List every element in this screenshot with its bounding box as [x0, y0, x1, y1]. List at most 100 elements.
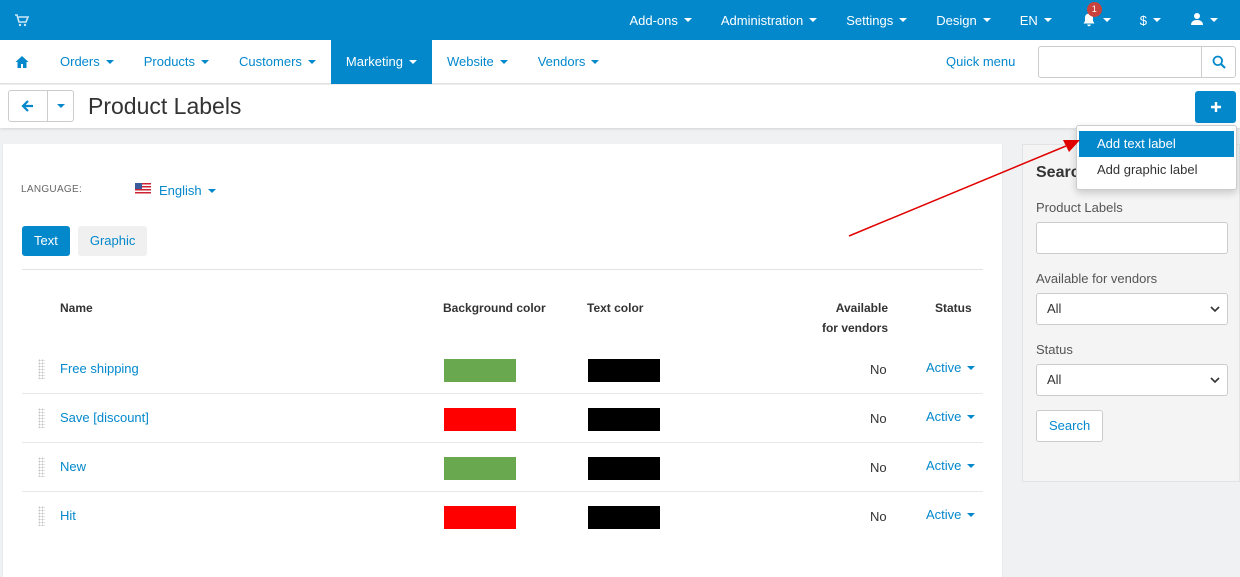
chevron-down-icon [1102, 18, 1111, 22]
language-selector[interactable]: English [159, 183, 216, 198]
user-icon [1190, 12, 1204, 29]
status-dropdown[interactable]: Active [926, 507, 976, 522]
topnav-administration[interactable]: Administration [720, 12, 818, 28]
status-value: Active [926, 409, 962, 424]
cart-icon[interactable] [14, 12, 30, 28]
label-name-link[interactable]: New [60, 459, 86, 474]
top-nav: Add-ons Administration Settings Design E… [629, 0, 1240, 40]
chevron-down-icon [1043, 18, 1052, 22]
divider [22, 269, 983, 270]
vendors-value: No [870, 362, 887, 377]
chevron-down-icon [1210, 377, 1220, 384]
chevron-down-icon [201, 60, 210, 64]
currency-selector[interactable]: $ [1140, 13, 1161, 28]
status-value: Active [926, 458, 962, 473]
table-row: Save [discount] No Active [22, 394, 983, 443]
nav-website[interactable]: Website [432, 40, 523, 84]
label-type-tabs: Text Graphic [22, 226, 155, 256]
topnav-administration-label: Administration [720, 12, 804, 28]
global-search-input[interactable] [1038, 46, 1236, 78]
search-sidebar: Search Product Labels Available for vend… [1022, 144, 1240, 482]
label-name-link[interactable]: Save [discount] [60, 410, 149, 425]
add-text-label-item[interactable]: Add text label [1079, 131, 1234, 157]
language-value: English [159, 183, 202, 198]
vendors-filter-label: Available for vendors [1036, 271, 1158, 286]
status-value: Active [926, 360, 962, 375]
topnav-language[interactable]: EN [1020, 13, 1052, 28]
chevron-down-icon [967, 463, 976, 468]
column-header-name: Name [60, 301, 93, 315]
drag-handle-icon[interactable] [38, 457, 45, 477]
label-name-link[interactable]: Hit [60, 508, 76, 523]
topnav-design-label: Design [936, 12, 977, 28]
back-button[interactable] [8, 90, 48, 122]
add-button[interactable] [1195, 91, 1236, 123]
nav-vendors[interactable]: Vendors [523, 40, 615, 84]
column-header-vendors-line1: Available [835, 301, 888, 315]
vendors-value: No [870, 509, 887, 524]
column-header-text-color: Text color [587, 301, 644, 315]
text-color-swatch [588, 457, 660, 480]
background-color-swatch [444, 408, 516, 431]
chevron-down-icon [967, 512, 976, 517]
vendors-filter-select[interactable]: All [1036, 293, 1228, 325]
chevron-down-icon [809, 18, 818, 22]
drag-handle-icon[interactable] [38, 408, 45, 428]
nav-orders[interactable]: Orders [45, 40, 129, 84]
status-dropdown[interactable]: Active [926, 360, 976, 375]
nav-marketing[interactable]: Marketing [330, 40, 432, 84]
nav-orders-label: Orders [60, 54, 100, 69]
nav-products-label: Products [143, 54, 196, 69]
column-header-background-color: Background color [443, 301, 546, 315]
topnav-addons[interactable]: Add-ons [629, 13, 692, 28]
nav-vendors-label: Vendors [537, 54, 586, 69]
chevron-down-icon [1210, 18, 1218, 22]
status-dropdown[interactable]: Active [926, 458, 976, 473]
bell-icon: 1 [1081, 2, 1102, 28]
nav-website-label: Website [446, 54, 494, 69]
chevron-down-icon [499, 60, 508, 64]
label-name-link[interactable]: Free shipping [60, 361, 139, 376]
arrow-left-icon [21, 100, 33, 112]
notifications-button[interactable]: 1 [1081, 2, 1111, 28]
search-icon [1212, 55, 1226, 69]
back-dropdown-button[interactable] [47, 90, 74, 122]
chevron-down-icon [207, 188, 216, 193]
search-button[interactable]: Search [1036, 410, 1104, 442]
chevron-down-icon [408, 60, 417, 64]
quick-menu-link[interactable]: Quick menu [946, 40, 1015, 84]
background-color-swatch [444, 457, 516, 480]
chevron-down-icon [967, 414, 976, 419]
nav-customers[interactable]: Customers [224, 40, 331, 84]
topnav-settings[interactable]: Settings [846, 13, 908, 28]
us-flag-icon [135, 182, 151, 194]
status-value: Active [926, 507, 962, 522]
status-filter-value: All [1047, 372, 1062, 387]
text-color-swatch [588, 408, 660, 431]
background-color-swatch [444, 359, 516, 382]
home-icon[interactable] [14, 54, 30, 70]
notification-badge: 1 [1086, 2, 1102, 17]
chevron-down-icon [307, 60, 316, 64]
main-nav: Orders Products Customers Marketing Webs… [0, 40, 1240, 84]
tab-text[interactable]: Text [22, 226, 70, 256]
column-header-vendors-line2: for vendors [821, 321, 888, 335]
table-row: New No Active [22, 443, 983, 492]
add-graphic-label-item[interactable]: Add graphic label [1079, 157, 1234, 183]
chevron-down-icon [591, 60, 600, 64]
column-header-status: Status [935, 301, 972, 315]
currency-label: $ [1139, 12, 1147, 28]
user-menu[interactable] [1190, 12, 1218, 29]
nav-products[interactable]: Products [129, 40, 224, 84]
search-button[interactable] [1201, 47, 1235, 77]
status-filter-select[interactable]: All [1036, 364, 1228, 396]
column-header-vendors: Available for vendors [821, 298, 888, 338]
tab-graphic[interactable]: Graphic [77, 226, 148, 256]
topnav-design[interactable]: Design [936, 12, 991, 28]
main-panel: LANGUAGE: English Text Graphic Name Back… [3, 144, 1002, 577]
drag-handle-icon[interactable] [38, 506, 45, 526]
vendors-value: No [870, 411, 887, 426]
status-dropdown[interactable]: Active [926, 409, 976, 424]
drag-handle-icon[interactable] [38, 359, 45, 379]
product-labels-input[interactable] [1036, 222, 1228, 254]
